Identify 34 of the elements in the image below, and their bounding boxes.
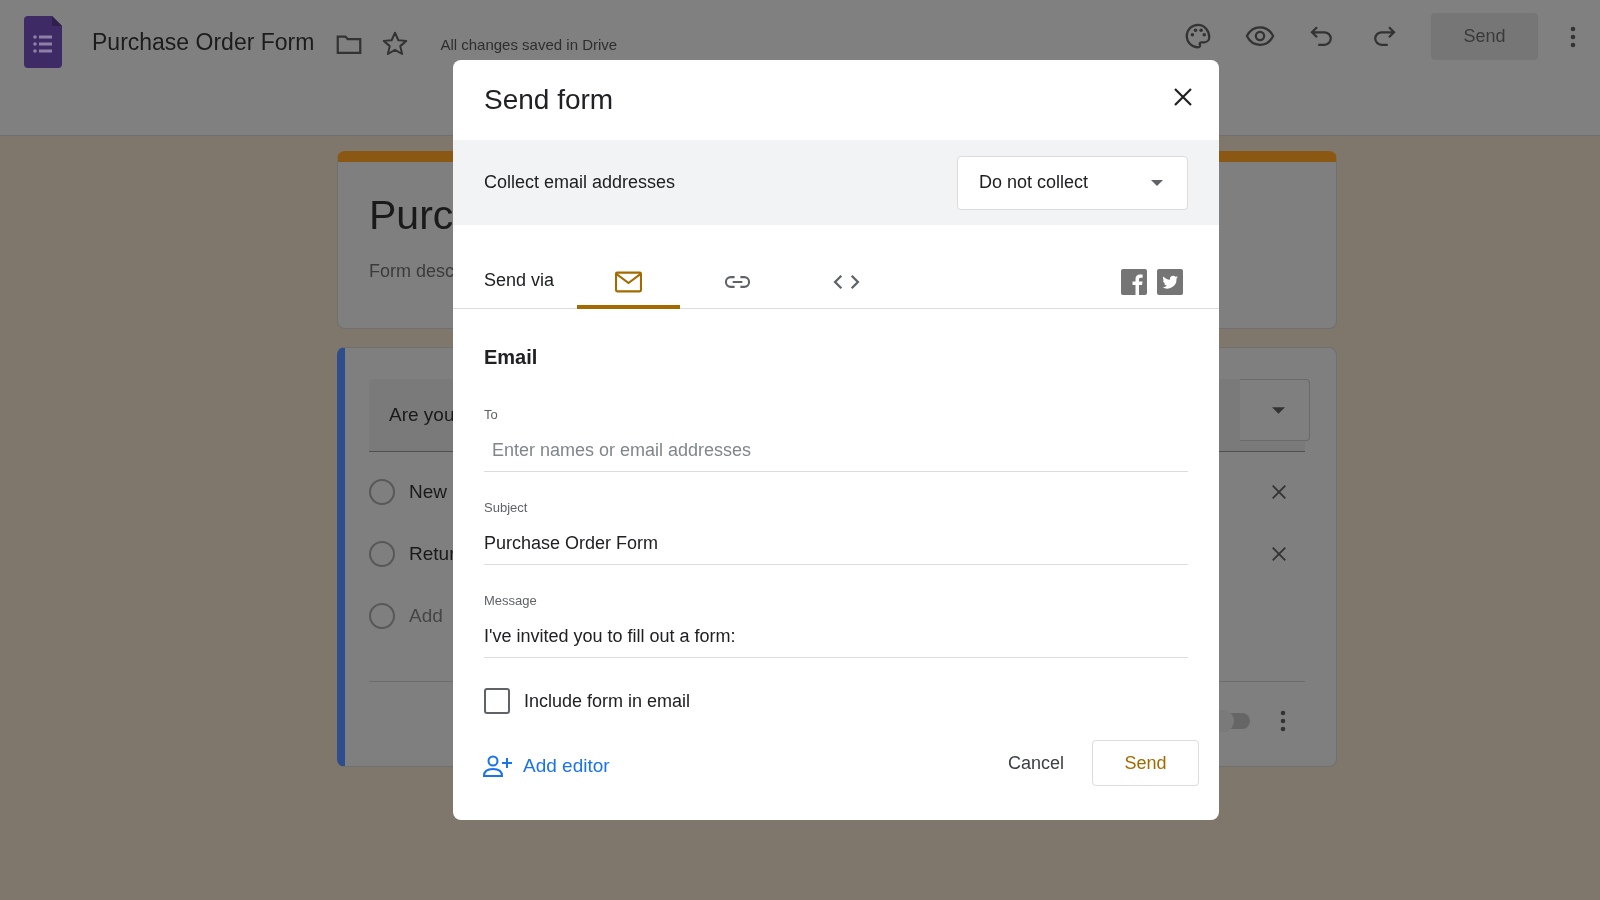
dialog-title: Send form xyxy=(484,84,614,116)
radio-circle xyxy=(369,603,395,629)
document-title[interactable]: Purchase Order Form xyxy=(92,29,315,56)
radio-circle xyxy=(369,541,395,567)
cancel-button[interactable]: Cancel xyxy=(993,742,1078,784)
more-menu-icon[interactable] xyxy=(1280,710,1286,732)
field-label: Message xyxy=(484,593,538,608)
radio-circle xyxy=(369,479,395,505)
send-button[interactable]: Send xyxy=(1092,740,1199,786)
facebook-icon[interactable] xyxy=(1121,269,1147,295)
collect-label: Collect email addresses xyxy=(484,172,676,193)
envelope-icon xyxy=(615,271,642,293)
close-icon[interactable] xyxy=(1173,87,1193,107)
question-text: Are you xyxy=(389,404,455,426)
palette-icon[interactable] xyxy=(1183,21,1213,51)
send-button[interactable]: Send xyxy=(1431,13,1538,60)
option-text[interactable]: Retur xyxy=(409,543,456,565)
field-label: To xyxy=(484,407,499,422)
section-title: Email xyxy=(484,346,539,369)
more-menu-icon[interactable] xyxy=(1570,26,1576,48)
send-via-label: Send via xyxy=(484,270,556,292)
option-text[interactable]: Add xyxy=(409,605,443,627)
checkbox[interactable] xyxy=(484,688,510,714)
collect-dropdown[interactable]: Do not collect xyxy=(957,155,1188,210)
twitter-icon[interactable] xyxy=(1157,269,1183,295)
add-person-icon xyxy=(483,754,513,778)
dropdown-arrow-icon xyxy=(1151,179,1163,186)
field-label: Subject xyxy=(484,500,529,515)
option-text[interactable]: New xyxy=(409,481,447,503)
checkbox-label[interactable]: Include form in email xyxy=(524,690,691,712)
save-status: All changes saved in Drive xyxy=(440,36,618,53)
forms-logo-icon[interactable] xyxy=(24,16,62,68)
dropdown-arrow-icon xyxy=(1272,406,1285,414)
add-editor-button[interactable]: Add editor xyxy=(469,748,624,784)
